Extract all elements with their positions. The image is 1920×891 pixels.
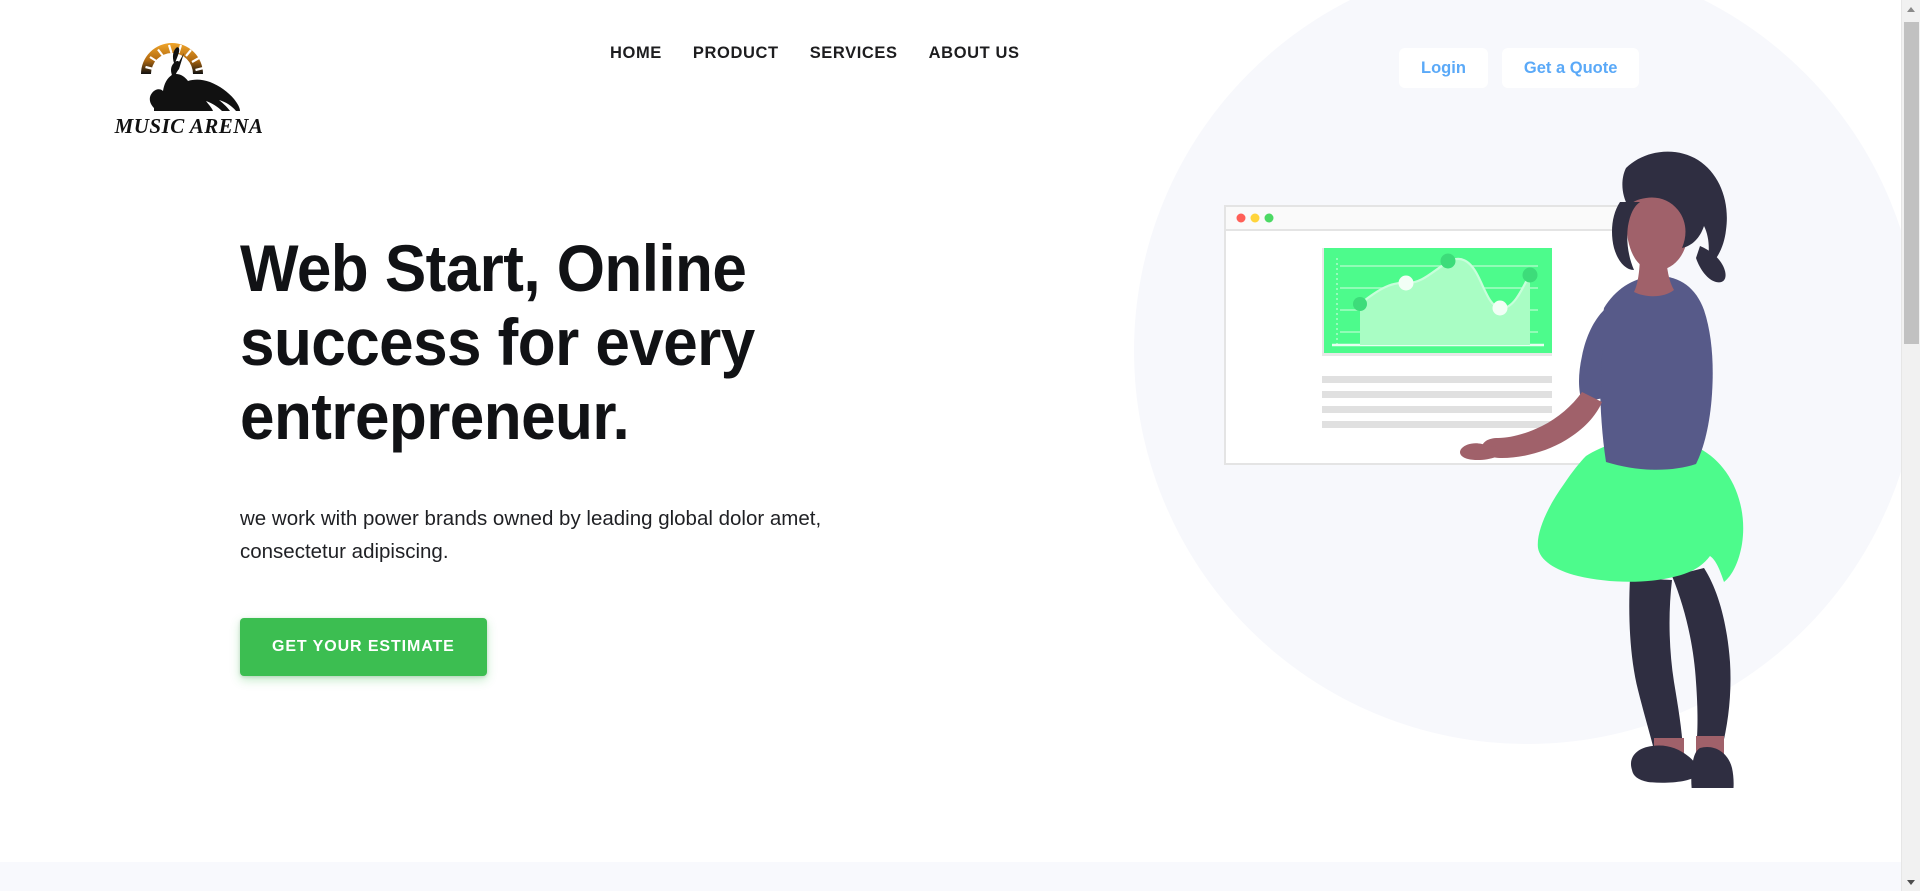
next-section-sliver (0, 862, 1901, 891)
window-dot-green (1264, 213, 1274, 223)
hero-section: Web Start, Online success for every entr… (240, 231, 880, 677)
chart-marker (1492, 300, 1508, 316)
scroll-thumb[interactable] (1904, 22, 1919, 344)
nav-link-home[interactable]: HOME (610, 45, 662, 62)
svg-text:MUSIC ARENA: MUSIC ARENA (114, 114, 263, 138)
chart-panel (1322, 248, 1552, 356)
brand-logo[interactable]: MUSIC ARENA (114, 22, 264, 138)
chart-marker (1353, 297, 1367, 311)
shoe-front (1691, 747, 1734, 788)
window-dot-yellow (1250, 213, 1260, 223)
shoe-back (1630, 745, 1698, 783)
top (1600, 276, 1713, 470)
get-a-quote-button[interactable]: Get a Quote (1501, 48, 1640, 88)
chart-marker (1440, 253, 1456, 269)
chart-marker (1522, 267, 1538, 283)
nav-link-product[interactable]: PRODUCT (693, 45, 779, 62)
vertical-scrollbar[interactable] (1901, 0, 1920, 891)
scroll-down-arrow[interactable] (1902, 873, 1920, 891)
brand-wordmark: MUSIC ARENA (114, 114, 263, 138)
get-your-estimate-button[interactable]: GET YOUR ESTIMATE (240, 618, 487, 677)
main-navigation: HOME PRODUCT SERVICES ABOUT US (610, 45, 1020, 62)
chart-marker (1398, 275, 1414, 291)
header-actions: Login Get a Quote (1399, 48, 1640, 88)
scroll-up-arrow[interactable] (1902, 0, 1920, 18)
speedometer-hare-logo-icon (141, 43, 240, 111)
page-root: MUSIC ARENA HOME PRODUCT SERVICES ABOUT … (0, 0, 1920, 891)
site-header: MUSIC ARENA HOME PRODUCT SERVICES ABOUT … (0, 0, 1901, 140)
login-button[interactable]: Login (1399, 48, 1488, 88)
hero-subtitle: we work with power brands owned by leadi… (240, 506, 822, 563)
window-dot-red (1236, 213, 1246, 223)
nav-link-services[interactable]: SERVICES (810, 45, 898, 62)
hero-title: Web Start, Online success for every entr… (240, 231, 755, 453)
nav-link-about-us[interactable]: ABOUT US (929, 45, 1020, 62)
browser-viewport: MUSIC ARENA HOME PRODUCT SERVICES ABOUT … (0, 0, 1901, 891)
